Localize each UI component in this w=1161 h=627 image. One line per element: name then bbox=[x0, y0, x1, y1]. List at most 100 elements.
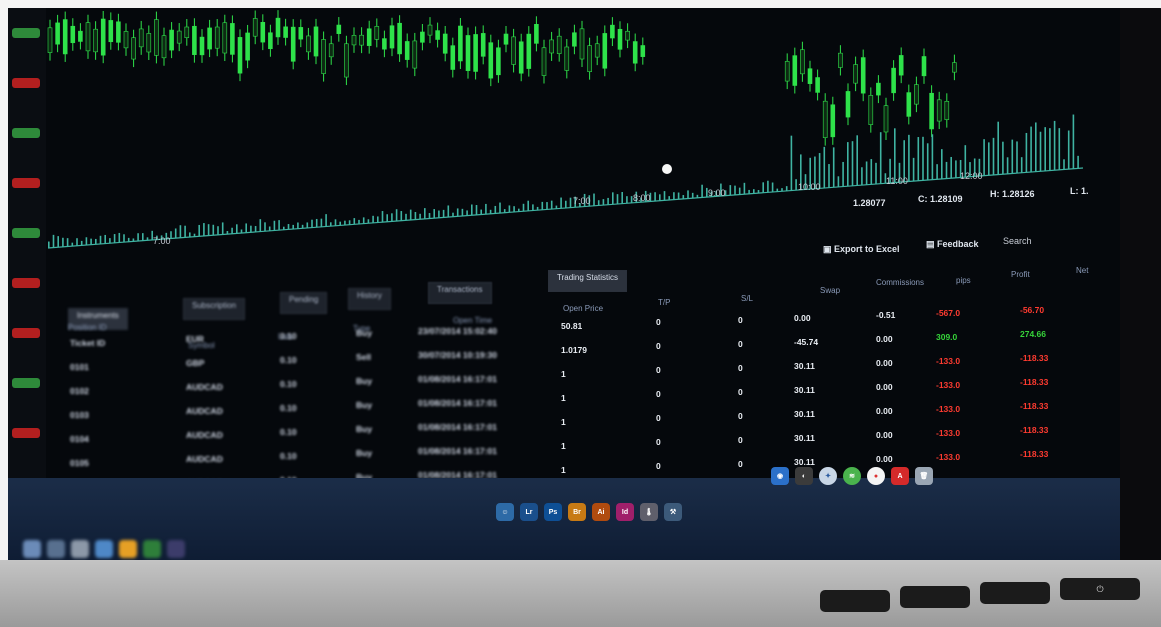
dock-app-icon[interactable] bbox=[47, 540, 65, 558]
thermometer-icon[interactable]: 🌡 bbox=[640, 503, 658, 521]
tab-pending[interactable]: Pending bbox=[280, 292, 328, 314]
table-cell-tp: 0 bbox=[656, 461, 661, 472]
volume-bar bbox=[1044, 127, 1046, 171]
network-icon[interactable]: ◉ bbox=[771, 467, 789, 485]
volume-bar bbox=[250, 225, 252, 233]
volume-bar bbox=[701, 184, 703, 198]
volume-bar bbox=[950, 156, 952, 179]
table-cell-price: 1.0179 bbox=[561, 344, 587, 355]
spotify-icon[interactable]: ≋ bbox=[843, 467, 861, 485]
table-cell-price: 1 bbox=[561, 464, 566, 475]
volume-bar bbox=[231, 227, 233, 234]
column-header: S/L bbox=[741, 294, 754, 303]
table-cell-type: Buy bbox=[356, 399, 373, 410]
candle-body bbox=[465, 35, 471, 71]
dock-app-icon[interactable] bbox=[143, 540, 161, 558]
tab-trading-statistics[interactable]: Trading Statistics bbox=[548, 270, 628, 292]
column-header: Open Price bbox=[563, 304, 604, 313]
dashboard-icon[interactable]: ◐ bbox=[795, 467, 813, 485]
chrome-icon[interactable]: ● bbox=[867, 467, 885, 485]
volume-bar bbox=[395, 209, 398, 222]
time-label: 8:00 bbox=[633, 193, 651, 203]
volume-bar bbox=[391, 213, 393, 222]
volume-bar bbox=[499, 202, 501, 214]
table-cell-time: 01/08/2014 16:17:01 bbox=[418, 445, 497, 456]
export-excel-button[interactable]: ▣ Export to Excel bbox=[823, 244, 900, 255]
candle-body bbox=[123, 31, 129, 49]
candle-body bbox=[541, 47, 547, 76]
trash-icon[interactable]: 🗑 bbox=[915, 467, 933, 485]
table-cell-id: 0103 bbox=[70, 409, 89, 420]
volume-bar bbox=[315, 218, 318, 228]
volume-bar bbox=[278, 220, 280, 231]
photoshop-icon[interactable]: Ps bbox=[544, 503, 562, 521]
candle-body bbox=[876, 82, 881, 96]
candle-body bbox=[503, 33, 509, 45]
volume-bar bbox=[273, 220, 276, 231]
time-label: 9:00 bbox=[708, 188, 726, 198]
tab-subscription[interactable]: Subscription bbox=[183, 298, 246, 320]
high-price-readout: H: 1.28126 bbox=[990, 189, 1035, 199]
acrobat-icon[interactable]: A bbox=[891, 467, 909, 485]
table-cell-sym: AUDCAD bbox=[186, 381, 223, 392]
volume-bar bbox=[546, 202, 548, 210]
table-cell-lots: 0.10 bbox=[280, 354, 297, 365]
candle-body bbox=[344, 43, 349, 78]
volume-bar bbox=[626, 196, 628, 204]
table-cell-price: 50.81 bbox=[561, 320, 583, 331]
volume-bar bbox=[659, 194, 661, 201]
table-cell-pips: -133.0 bbox=[936, 403, 961, 414]
table-cell-sym: AUDCAD bbox=[186, 405, 223, 416]
volume-bar bbox=[691, 192, 694, 199]
table-row[interactable]: 0106AUDCAD0.10Buy01/08/2014 16:17:011003… bbox=[8, 8, 1120, 492]
bridge-icon[interactable]: Br bbox=[568, 503, 586, 521]
table-cell-profit: -118.33 bbox=[1020, 376, 1049, 387]
dock-app-icon[interactable] bbox=[71, 540, 89, 558]
dock-app-icon[interactable] bbox=[167, 540, 185, 558]
volume-bar bbox=[456, 208, 459, 217]
indesign-icon[interactable]: Id bbox=[616, 503, 634, 521]
table-cell-comm: 0.00 bbox=[876, 357, 893, 368]
volume-bar bbox=[602, 199, 605, 206]
volume-bar bbox=[992, 137, 995, 175]
tab-history[interactable]: History bbox=[348, 288, 391, 310]
candle-body bbox=[632, 41, 638, 64]
lightroom-icon[interactable]: Lr bbox=[520, 503, 538, 521]
column-header: Profit bbox=[1011, 270, 1030, 279]
volume-bar bbox=[236, 224, 238, 234]
dock-app-icon[interactable] bbox=[23, 540, 41, 558]
table-cell-comm: 0.00 bbox=[876, 333, 893, 344]
table-cell-pips: 309.0 bbox=[936, 331, 958, 342]
volume-bar bbox=[438, 210, 440, 218]
finder-icon[interactable]: ☺ bbox=[496, 503, 514, 521]
candle-body bbox=[78, 30, 83, 42]
volume-bar bbox=[616, 194, 619, 205]
volume-bar bbox=[123, 234, 125, 243]
volume-bar bbox=[221, 222, 224, 235]
volume-bar bbox=[945, 161, 948, 179]
table-cell-swap: 30.11 bbox=[794, 408, 815, 419]
time-label: 7:00 bbox=[153, 236, 171, 246]
table-cell-lots: 0.10 bbox=[280, 450, 297, 461]
volume-bar bbox=[95, 238, 97, 245]
tab-transactions[interactable]: Transactions bbox=[428, 282, 492, 304]
search-field[interactable]: Search bbox=[1003, 236, 1032, 246]
volume-bar bbox=[485, 203, 487, 215]
feedback-button[interactable]: ▤ Feedback bbox=[926, 239, 979, 250]
dock-app-icon[interactable] bbox=[95, 540, 113, 558]
volume-bar bbox=[76, 238, 78, 246]
toolbox-icon[interactable]: ⚒ bbox=[664, 503, 682, 521]
candle-body bbox=[921, 56, 927, 77]
candle-body bbox=[518, 41, 524, 74]
safari-icon[interactable]: ✦ bbox=[819, 467, 837, 485]
candle-body bbox=[526, 33, 532, 69]
table-cell-pips: -567.0 bbox=[936, 307, 961, 318]
table-cell-sl: 0 bbox=[738, 338, 743, 349]
illustrator-icon[interactable]: Ai bbox=[592, 503, 610, 521]
volume-bar bbox=[480, 209, 482, 215]
volume-bar bbox=[917, 137, 920, 181]
volume-bar bbox=[1002, 141, 1004, 175]
dock-app-icon[interactable] bbox=[119, 540, 137, 558]
candle-body bbox=[800, 49, 805, 75]
volume-bar bbox=[52, 234, 55, 248]
